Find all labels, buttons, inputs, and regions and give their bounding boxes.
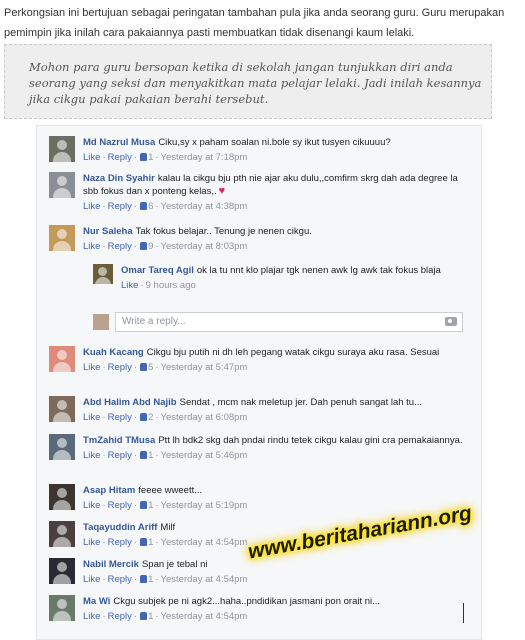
like-icon	[140, 153, 148, 161]
like-link[interactable]: Like	[83, 241, 100, 252]
text-cursor	[463, 603, 464, 623]
like-count[interactable]: 9	[148, 241, 153, 252]
reply-link[interactable]: Reply	[108, 201, 132, 212]
avatar[interactable]	[49, 484, 75, 510]
comment-time[interactable]: Yesterday at 8:03pm	[161, 241, 248, 252]
like-icon	[140, 242, 148, 250]
comment-time[interactable]: Yesterday at 5:19pm	[161, 500, 248, 511]
avatar[interactable]	[49, 595, 75, 621]
avatar[interactable]	[49, 558, 75, 584]
blockquote: Mohon para guru bersopan ketika di sekol…	[4, 44, 492, 119]
current-user-avatar	[93, 314, 109, 330]
like-icon	[140, 202, 148, 210]
avatar[interactable]	[49, 434, 75, 460]
avatar[interactable]	[93, 264, 113, 284]
like-link[interactable]: Like	[83, 500, 100, 511]
like-count[interactable]: 1	[148, 537, 153, 548]
like-link[interactable]: Like	[83, 152, 100, 163]
reply-link[interactable]: Reply	[108, 574, 132, 585]
comment-author[interactable]: Ma Wi	[83, 596, 110, 607]
like-icon	[140, 451, 148, 459]
avatar[interactable]	[49, 346, 75, 372]
comment-author[interactable]: Kuah Kacang	[83, 347, 144, 358]
comment-author[interactable]: Omar Tareq Agil	[121, 265, 194, 276]
reply-placeholder: Write a reply...	[122, 316, 186, 327]
reply-link[interactable]: Reply	[108, 362, 132, 373]
comment-time[interactable]: Yesterday at 4:38pm	[161, 201, 248, 212]
like-link[interactable]: Like	[83, 201, 100, 212]
comment-text: Cikgu bju putih ni dh leh pegang watak c…	[146, 347, 440, 358]
like-icon	[140, 575, 148, 583]
comment-time[interactable]: Yesterday at 6:08pm	[161, 412, 248, 423]
comment-time[interactable]: Yesterday at 7:18pm	[161, 152, 248, 163]
comment-time[interactable]: Yesterday at 5:46pm	[161, 450, 248, 461]
like-icon	[140, 413, 148, 421]
reply-link[interactable]: Reply	[108, 450, 132, 461]
reply-link[interactable]: Reply	[108, 611, 132, 622]
like-count[interactable]: 1	[148, 450, 153, 461]
avatar[interactable]	[49, 225, 75, 251]
avatar[interactable]	[49, 172, 75, 198]
comment-author[interactable]: Nabil Mercik	[83, 559, 139, 570]
comment-time[interactable]: 9 hours ago	[146, 280, 196, 291]
like-icon	[140, 363, 148, 371]
comment-time[interactable]: Yesterday at 4:54pm	[161, 574, 248, 585]
comment-time[interactable]: Yesterday at 4:54pm	[161, 611, 248, 622]
comment-text: Milf	[160, 522, 176, 533]
comment-author[interactable]: TmZahid TMusa	[83, 435, 155, 446]
comment-time[interactable]: Yesterday at 5:47pm	[161, 362, 248, 373]
avatar[interactable]	[49, 521, 75, 547]
comment-text: Ptt lh bdk2 skg dah pndai rindu tetek ci…	[158, 435, 463, 446]
like-link[interactable]: Like	[83, 611, 100, 622]
like-count[interactable]: 6	[148, 201, 153, 212]
reply-input[interactable]: Write a reply...	[115, 312, 463, 332]
comment-text: ok la tu nnt klo plajar tgk nenen awk lg…	[196, 265, 441, 276]
quote-text: Mohon para guru bersopan ketika di sekol…	[29, 60, 482, 106]
article-intro: Perkongsian ini bertujuan sebagai pering…	[4, 7, 505, 39]
comment-author[interactable]: Taqayuddin Ariff	[83, 522, 157, 533]
like-count[interactable]: 1	[148, 500, 153, 511]
like-link[interactable]: Like	[83, 362, 100, 373]
comment-text: Ciku,sy x paham soalan ni.bole sy ikut t…	[158, 137, 391, 148]
reply-link[interactable]: Reply	[108, 412, 132, 423]
like-icon	[140, 612, 148, 620]
avatar[interactable]	[49, 396, 75, 422]
heart-icon: ♥	[218, 185, 226, 197]
comment-text: Tak fokus belajar.. Tenung je nenen cikg…	[135, 226, 312, 237]
comment-text: Ckgu subjek pe ni agk2...haha..pndidikan…	[113, 596, 381, 607]
like-link[interactable]: Like	[83, 574, 100, 585]
avatar[interactable]	[49, 136, 75, 162]
camera-icon[interactable]	[445, 317, 457, 326]
comment-author[interactable]: Asap Hitam	[83, 485, 135, 496]
comment-author[interactable]: Md Nazrul Musa	[83, 137, 155, 148]
comment-author[interactable]: Nur Saleha	[83, 226, 133, 237]
like-count[interactable]: 2	[148, 412, 153, 423]
comment-text: Span je tebal ni	[141, 559, 208, 570]
reply-link[interactable]: Reply	[108, 500, 132, 511]
reply-link[interactable]: Reply	[108, 537, 132, 548]
like-link[interactable]: Like	[83, 450, 100, 461]
like-link[interactable]: Like	[83, 412, 100, 423]
comment-author[interactable]: Abd Halim Abd Najib	[83, 397, 177, 408]
comment-author[interactable]: Naza Din Syahir	[83, 173, 155, 184]
like-count[interactable]: 1	[148, 152, 153, 163]
like-link[interactable]: Like	[121, 280, 138, 291]
like-icon	[140, 501, 148, 509]
like-count[interactable]: 5	[148, 362, 153, 373]
reply-link[interactable]: Reply	[108, 152, 132, 163]
comment-time[interactable]: Yesterday at 4:54pm	[161, 537, 248, 548]
comment-text: feeee wweett...	[138, 485, 203, 496]
reply-link[interactable]: Reply	[108, 241, 132, 252]
like-count[interactable]: 1	[148, 574, 153, 585]
comment-text: Sendat , mcm nak meletup jer. Dah penuh …	[179, 397, 423, 408]
like-count[interactable]: 1	[148, 611, 153, 622]
like-link[interactable]: Like	[83, 537, 100, 548]
like-icon	[140, 538, 148, 546]
